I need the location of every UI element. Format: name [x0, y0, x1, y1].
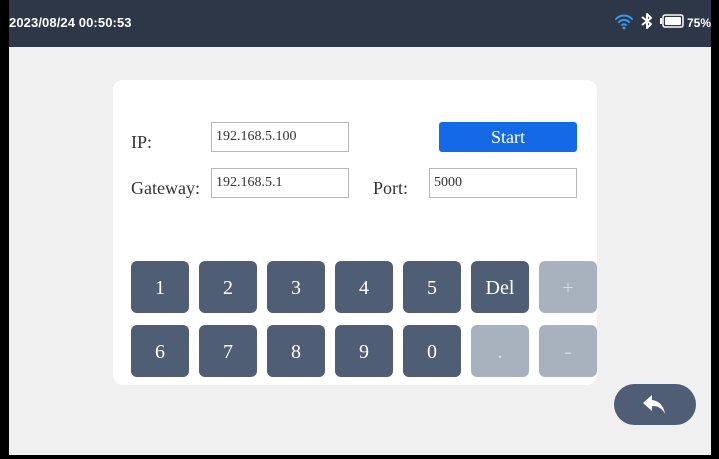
key-1[interactable]: 1	[131, 261, 189, 313]
status-bar: 2023/08/24 00:50:53 75%	[9, 0, 711, 47]
status-icons: 75%	[614, 12, 711, 35]
port-input[interactable]: 5000	[429, 168, 577, 198]
start-button[interactable]: Start	[439, 122, 577, 152]
key-delete[interactable]: Del	[471, 261, 529, 313]
key-minus[interactable]: -	[539, 325, 597, 377]
key-8[interactable]: 8	[267, 325, 325, 377]
ip-label: IP:	[131, 132, 153, 152]
battery-percent: 75%	[686, 16, 711, 30]
bluetooth-icon	[640, 12, 654, 35]
network-settings-panel: IP: 192.168.5.100 Start Gateway: 192.168…	[113, 80, 597, 385]
key-7[interactable]: 7	[199, 325, 257, 377]
battery-icon	[659, 13, 684, 33]
wifi-icon	[614, 12, 634, 35]
gateway-input[interactable]: 192.168.5.1	[211, 168, 349, 198]
port-label: Port:	[373, 178, 409, 198]
key-9[interactable]: 9	[335, 325, 393, 377]
key-6[interactable]: 6	[131, 325, 189, 377]
status-datetime: 2023/08/24 00:50:53	[9, 15, 132, 30]
key-dot[interactable]: .	[471, 325, 529, 377]
key-plus[interactable]: +	[539, 261, 597, 313]
key-3[interactable]: 3	[267, 261, 325, 313]
device-screen: 2023/08/24 00:50:53 75% IP: 192.168.5.10…	[0, 0, 719, 459]
ip-input[interactable]: 192.168.5.100	[211, 122, 349, 152]
key-4[interactable]: 4	[335, 261, 393, 313]
back-button[interactable]	[614, 384, 696, 425]
key-5[interactable]: 5	[403, 261, 461, 313]
gateway-label: Gateway:	[131, 178, 200, 198]
key-0[interactable]: 0	[403, 325, 461, 377]
key-2[interactable]: 2	[199, 261, 257, 313]
